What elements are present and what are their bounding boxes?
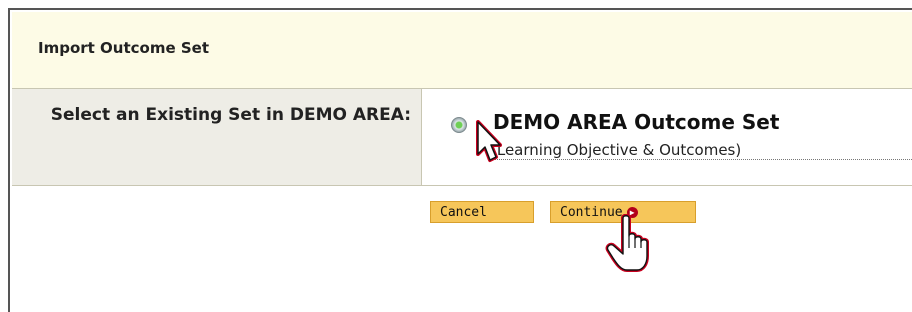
dotted-divider bbox=[490, 159, 912, 160]
select-set-label: Select an Existing Set in DEMO AREA: bbox=[50, 105, 411, 125]
outcome-set-option[interactable]: DEMO AREA Outcome Set (Learning Objectiv… bbox=[423, 89, 912, 185]
panel-header: Import Outcome Set bbox=[12, 12, 912, 89]
cancel-button-label: Cancel bbox=[440, 205, 487, 220]
select-set-label-cell: Select an Existing Set in DEMO AREA: bbox=[12, 89, 422, 185]
hand-pointer-icon bbox=[605, 214, 649, 272]
cancel-button[interactable]: Cancel bbox=[430, 201, 534, 223]
mouse-pointer-icon bbox=[476, 120, 502, 162]
panel-title: Import Outcome Set bbox=[38, 39, 210, 57]
import-panel: Import Outcome Set Select an Existing Se… bbox=[8, 8, 912, 312]
outcome-set-radio[interactable] bbox=[451, 117, 467, 133]
outcome-set-name: DEMO AREA Outcome Set bbox=[493, 110, 780, 134]
select-set-row: Select an Existing Set in DEMO AREA: DEM… bbox=[12, 89, 912, 186]
outcome-set-subtitle: (Learning Objective & Outcomes) bbox=[491, 141, 742, 159]
